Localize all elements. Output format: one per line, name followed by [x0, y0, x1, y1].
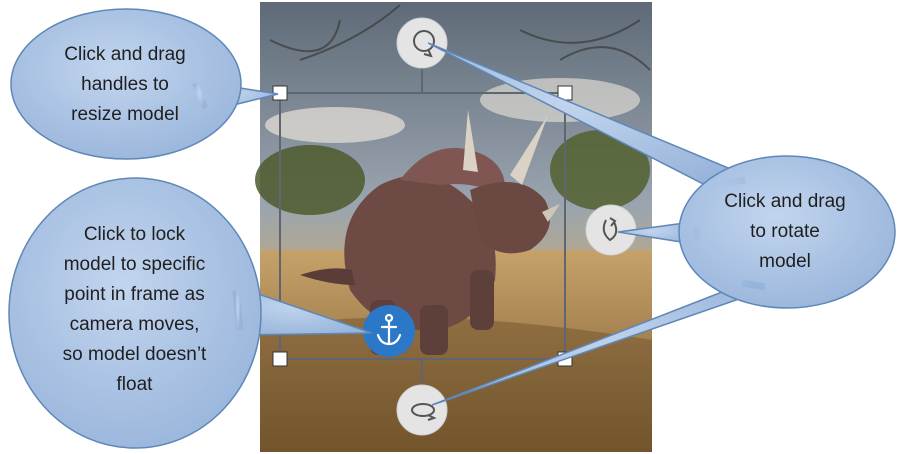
cloud: [265, 107, 405, 143]
rotate-bottom-button[interactable]: [396, 384, 448, 436]
resize-handle-bottom-left[interactable]: [272, 351, 288, 367]
callout-resize-text: Click and drag handles to resize model: [64, 44, 186, 125]
anchor-button[interactable]: [363, 305, 415, 357]
callout-lock-text: Click to lock model to specific point in…: [62, 224, 207, 395]
rotate-top-button[interactable]: [396, 17, 448, 69]
callout-rotate-text: Click and drag to rotate model: [724, 191, 846, 272]
acacia-tree: [255, 145, 365, 215]
ground-shadow: [260, 317, 652, 452]
